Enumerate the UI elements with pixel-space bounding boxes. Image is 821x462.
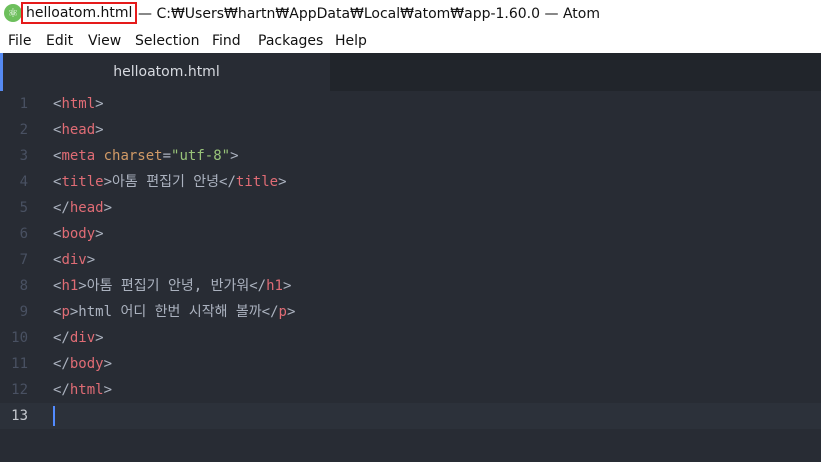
code-token: >	[103, 382, 113, 398]
code-text: </head>	[53, 195, 112, 221]
title-bar: ⚛ helloatom.html — C:₩Users₩hartn₩AppDat…	[0, 0, 821, 29]
menu-packages[interactable]: Packages	[258, 32, 323, 50]
code-token: >	[278, 174, 287, 190]
title-file-name: helloatom.html	[21, 2, 138, 24]
code-text	[53, 403, 55, 429]
menu-bar: File Edit View Selection Find Packages H…	[0, 29, 821, 53]
code-line[interactable]: 13	[0, 403, 821, 429]
code-text: <meta charset="utf-8">	[53, 143, 239, 169]
atom-app-icon: ⚛	[4, 4, 22, 22]
code-line[interactable]: 9 <p>html 어디 한번 시작해 볼까</p>	[0, 299, 821, 325]
code-token: div	[61, 252, 87, 268]
tab-bar: helloatom.html	[0, 53, 821, 91]
code-token: html	[69, 382, 104, 398]
code-token: >아톰 편집기 안녕, 반가워</	[78, 278, 267, 294]
line-number: 9	[19, 304, 28, 320]
code-line[interactable]: 11 </body>	[0, 351, 821, 377]
code-line[interactable]: 1 <html>	[0, 91, 821, 117]
code-token: charset	[103, 148, 163, 164]
code-line[interactable]: 5 </head>	[0, 195, 821, 221]
code-line[interactable]: 12 </html>	[0, 377, 821, 403]
line-number: 7	[19, 252, 28, 268]
code-text: </body>	[53, 351, 112, 377]
code-text: <html>	[53, 91, 104, 117]
code-token: div	[69, 330, 96, 346]
code-token: </	[53, 330, 70, 346]
code-text: <h1>아톰 편집기 안녕, 반가워</h1>	[53, 273, 291, 299]
code-line[interactable]: 3 <meta charset="utf-8">	[0, 143, 821, 169]
code-line[interactable]: 6 <body>	[0, 221, 821, 247]
code-token: p	[61, 304, 70, 320]
code-token: p	[278, 304, 287, 320]
code-text: <div>	[53, 247, 95, 273]
code-text: <body>	[53, 221, 104, 247]
code-token: body	[69, 356, 104, 372]
code-token: =	[162, 148, 172, 164]
line-number: 13	[11, 408, 28, 424]
tab-label: helloatom.html	[113, 64, 220, 80]
code-token: </	[53, 382, 70, 398]
title-path: — C:₩Users₩hartn₩AppData₩Local₩atom₩app-…	[138, 6, 600, 22]
code-token: h1	[61, 278, 79, 294]
line-number: 8	[19, 278, 28, 294]
code-token: head	[61, 122, 96, 138]
code-line[interactable]: 7 <div>	[0, 247, 821, 273]
line-number: 12	[11, 382, 28, 398]
code-token: head	[69, 200, 104, 216]
code-editor[interactable]: 1 <html> 2 <head> 3 <meta charset="utf-8"> 4 <t…	[0, 91, 821, 462]
line-number: 10	[11, 330, 28, 346]
code-token: h1	[266, 278, 283, 294]
code-token: html	[61, 96, 96, 112]
code-token: >	[286, 304, 296, 320]
line-number: 2	[19, 122, 28, 138]
code-token: body	[61, 226, 96, 242]
code-text: <p>html 어디 한번 시작해 볼까</p>	[53, 299, 295, 325]
code-token: >	[282, 278, 292, 294]
code-token: >	[103, 356, 113, 372]
menu-selection[interactable]: Selection	[135, 32, 200, 50]
code-text: <title>아톰 편집기 안녕</title>	[53, 169, 287, 195]
code-token: >	[95, 96, 104, 112]
code-line[interactable]: 2 <head>	[0, 117, 821, 143]
code-token: </	[53, 200, 70, 216]
code-token: >	[95, 226, 104, 242]
tab-helloatom[interactable]: helloatom.html	[0, 53, 330, 91]
code-text: </div>	[53, 325, 104, 351]
menu-view[interactable]: View	[88, 32, 121, 50]
code-token: >	[230, 148, 239, 164]
code-line[interactable]: 8 <h1>아톰 편집기 안녕, 반가워</h1>	[0, 273, 821, 299]
code-token: title	[235, 174, 279, 190]
text-cursor	[53, 406, 55, 426]
code-token: >	[103, 200, 113, 216]
code-token: meta	[61, 148, 96, 164]
code-line[interactable]: 10 </div>	[0, 325, 821, 351]
code-token: "utf-8"	[171, 148, 231, 164]
line-number: 1	[19, 96, 28, 112]
code-token: >	[86, 252, 96, 268]
menu-edit[interactable]: Edit	[46, 32, 73, 50]
line-number: 4	[19, 174, 28, 190]
code-text: </html>	[53, 377, 112, 403]
line-number: 11	[11, 356, 28, 372]
menu-help[interactable]: Help	[335, 32, 367, 50]
code-line[interactable]: 4 <title>아톰 편집기 안녕</title>	[0, 169, 821, 195]
code-token: >	[95, 122, 104, 138]
line-number: 3	[19, 148, 28, 164]
code-token: >html 어디 한번 시작해 볼까</	[69, 304, 279, 320]
line-number: 5	[19, 200, 28, 216]
code-token: </	[53, 356, 70, 372]
line-number: 6	[19, 226, 28, 242]
code-token: >아톰 편집기 안녕</	[103, 174, 236, 190]
menu-file[interactable]: File	[8, 32, 31, 50]
code-token: >	[95, 330, 104, 346]
code-text: <head>	[53, 117, 104, 143]
code-token: title	[61, 174, 104, 190]
menu-find[interactable]: Find	[212, 32, 241, 50]
